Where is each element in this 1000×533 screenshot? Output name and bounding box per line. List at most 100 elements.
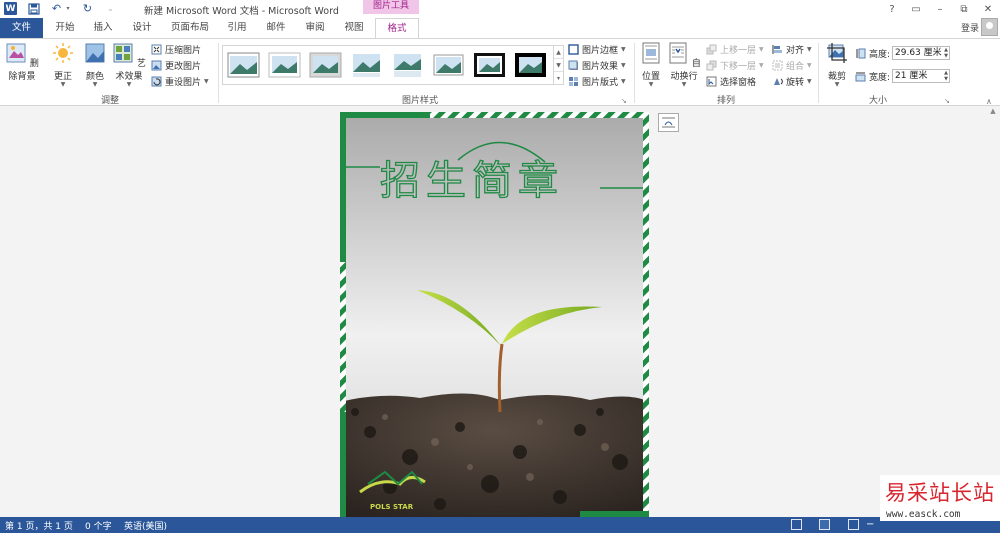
chevron-down-icon: ▼ xyxy=(807,77,812,85)
web-layout-view-icon[interactable] xyxy=(848,519,859,530)
save-icon[interactable] xyxy=(27,2,40,15)
change-picture-label: 更改图片 xyxy=(165,61,202,72)
send-backward-button[interactable]: 下移一层 ▼ xyxy=(706,58,764,72)
height-icon xyxy=(856,48,866,58)
picture-effects-label: 图片效果 xyxy=(582,61,619,72)
restore-icon[interactable]: ⧉ xyxy=(952,0,976,18)
size-dialog-launcher-icon[interactable]: ↘ xyxy=(944,97,950,105)
picture-style-thumbnail[interactable] xyxy=(391,52,424,78)
gallery-scroll-down-icon[interactable]: ▼ xyxy=(554,59,563,72)
word-logo-icon: W xyxy=(4,2,17,15)
picture-layout-button[interactable]: 图片版式 ▼ xyxy=(568,74,626,88)
tab-file[interactable]: 文件 xyxy=(0,18,43,38)
title-bar: W ↶ ▾ ↻ ₌ 新建 Microsoft Word 文档 - Microso… xyxy=(0,0,1000,18)
picture-style-thumbnail[interactable] xyxy=(432,52,465,78)
rotate-button[interactable]: 旋转 ▼ xyxy=(772,74,812,88)
corrections-button[interactable]: 更正 ▼ xyxy=(50,42,76,88)
group-objects-button[interactable]: 组合 ▼ xyxy=(772,58,812,72)
chevron-down-icon: ▼ xyxy=(126,81,132,88)
vertical-scrollbar[interactable]: ▲ xyxy=(986,107,1000,517)
picture-effects-button[interactable]: 图片效果 ▼ xyxy=(568,58,626,72)
tab-page-layout[interactable]: 页面布局 xyxy=(166,18,214,38)
picture-border-button[interactable]: 图片边框 ▼ xyxy=(568,42,626,56)
picture-style-thumbnail[interactable] xyxy=(309,52,342,78)
reset-picture-button[interactable]: 重设图片 ▼ xyxy=(151,74,209,88)
admission-poster-image[interactable]: 招生简章 POLS STAR xyxy=(340,112,649,517)
redo-icon[interactable]: ↻ xyxy=(81,2,94,15)
group-divider xyxy=(818,43,819,103)
crop-icon xyxy=(827,43,847,63)
picture-style-thumbnail[interactable] xyxy=(514,52,547,78)
customize-qat-icon[interactable]: ₌ xyxy=(104,2,117,15)
chevron-down-icon: ▼ xyxy=(92,81,98,88)
artistic-effects-icon xyxy=(113,43,133,63)
bring-forward-icon xyxy=(706,44,717,54)
group-divider xyxy=(634,43,635,103)
position-icon xyxy=(642,42,660,64)
height-spinner-icon[interactable]: ▲ ▼ xyxy=(944,47,948,59)
selection-pane-button[interactable]: 选择窗格 xyxy=(706,74,756,88)
layout-options-button[interactable] xyxy=(658,113,679,132)
language-indicator[interactable]: 英语(美国) xyxy=(124,519,167,532)
chevron-down-icon: ▼ xyxy=(621,61,626,69)
remove-background-button[interactable]: 删除背景 xyxy=(3,42,41,82)
tab-insert[interactable]: 插入 xyxy=(88,18,118,38)
print-layout-view-icon[interactable] xyxy=(819,519,830,530)
height-label: 高度: xyxy=(869,49,891,60)
close-icon[interactable]: ✕ xyxy=(976,0,1000,18)
bring-forward-button[interactable]: 上移一层 ▼ xyxy=(706,42,764,56)
page-count[interactable]: 第 1 页，共 1 页 xyxy=(5,519,73,532)
quick-access-toolbar: W ↶ ▾ ↻ ₌ xyxy=(4,2,117,15)
gallery-scroll-up-icon[interactable]: ▲ xyxy=(554,46,563,59)
position-button[interactable]: 位置 ▼ xyxy=(638,42,664,88)
height-value: 29.63 厘米 xyxy=(895,48,942,58)
chevron-down-icon[interactable]: ▼ xyxy=(204,78,209,85)
minimize-icon[interactable]: – xyxy=(928,0,952,18)
artistic-effects-button[interactable]: 艺术效果 ▼ xyxy=(110,42,148,88)
tab-review[interactable]: 审阅 xyxy=(300,18,330,38)
color-button[interactable]: 颜色 ▼ xyxy=(82,42,108,88)
tab-home[interactable]: 开始 xyxy=(50,18,80,38)
tab-references[interactable]: 引用 xyxy=(222,18,252,38)
help-icon[interactable]: ? xyxy=(880,0,904,18)
picture-style-thumbnail[interactable] xyxy=(268,52,301,78)
change-picture-button[interactable]: 更改图片 xyxy=(151,58,201,72)
tab-format[interactable]: 格式 xyxy=(375,18,419,39)
picture-style-thumbnail[interactable] xyxy=(350,52,383,78)
remove-background-icon xyxy=(6,43,26,63)
zoom-out-icon[interactable]: − xyxy=(866,519,874,530)
width-field[interactable]: 21 厘米 ▲ ▼ xyxy=(892,69,950,83)
wrap-text-button[interactable]: 自动换行 ▼ xyxy=(666,42,702,88)
height-field[interactable]: 29.63 厘米 ▲ ▼ xyxy=(892,46,950,60)
read-mode-view-icon[interactable] xyxy=(791,519,802,530)
crop-button[interactable]: 裁剪 ▼ xyxy=(823,42,851,88)
undo-dropdown-icon[interactable]: ▾ xyxy=(65,2,71,15)
selection-pane-label: 选择窗格 xyxy=(720,77,757,88)
ribbon-display-options-icon[interactable]: ▭ xyxy=(904,0,928,18)
send-backward-label: 下移一层 xyxy=(720,61,757,72)
picture-style-thumbnail[interactable] xyxy=(227,52,260,78)
word-count[interactable]: 0 个字 xyxy=(85,519,112,532)
avatar[interactable] xyxy=(981,18,998,36)
chevron-down-icon: ▼ xyxy=(807,61,812,69)
picture-styles-dialog-launcher-icon[interactable]: ↘ xyxy=(621,97,627,105)
align-button[interactable]: 对齐 ▼ xyxy=(772,42,812,56)
rotate-icon xyxy=(774,77,783,85)
compress-pictures-button[interactable]: 压缩图片 xyxy=(151,42,201,56)
chevron-down-icon: ▼ xyxy=(648,81,654,88)
scroll-up-icon[interactable]: ▲ xyxy=(986,107,1000,115)
tab-view[interactable]: 视图 xyxy=(339,18,369,38)
picture-style-thumbnail[interactable] xyxy=(473,52,506,78)
group-objects-label: 组合 xyxy=(786,61,805,72)
tab-design[interactable]: 设计 xyxy=(127,18,157,38)
undo-icon[interactable]: ↶ xyxy=(50,2,63,15)
picture-layout-icon xyxy=(569,76,578,86)
watermark-url: www.easck.com xyxy=(886,509,961,520)
tab-mailings[interactable]: 邮件 xyxy=(261,18,291,38)
sign-in-link[interactable]: 登录 xyxy=(961,21,979,34)
group-size-label: 大小 xyxy=(868,96,887,106)
width-spinner-icon[interactable]: ▲ ▼ xyxy=(944,70,948,82)
gallery-more-icon[interactable]: ▾ xyxy=(554,72,563,84)
collapse-ribbon-icon[interactable]: ∧ xyxy=(986,97,992,106)
gallery-scrollbar: ▲ ▼ ▾ xyxy=(554,45,564,85)
